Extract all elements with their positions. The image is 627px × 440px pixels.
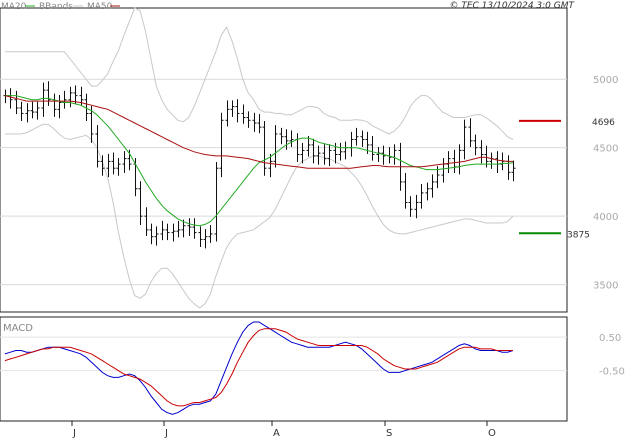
chart-canvas: 4696 3875 5000 4500 4000 3500 0.50 -0.50 J J A S… xyxy=(0,1,625,439)
macd-tick-label: 0.50 xyxy=(599,333,621,344)
y-tick-label: 4000 xyxy=(593,212,618,223)
x-tick-label: S xyxy=(386,428,392,439)
macd-axis: 0.50 -0.50 xyxy=(599,333,625,378)
legend-label-ma50: MA50 xyxy=(87,2,113,12)
macd-tick-label: -0.50 xyxy=(599,367,625,378)
macd-panel-frame xyxy=(0,316,568,422)
legend-label-ma20: MA20 xyxy=(1,2,27,12)
legend-label-bbands: BBands xyxy=(39,2,73,12)
level-label: 4696 xyxy=(592,118,615,128)
x-tick-label: J xyxy=(164,428,168,439)
level-label: 3875 xyxy=(567,230,590,240)
x-tick-label: O xyxy=(488,428,496,439)
date-axis: JJASO xyxy=(71,421,496,439)
price-axis: 5000 4500 4000 3500 xyxy=(593,75,618,291)
legend: MA20 BBands MA50 xyxy=(1,2,120,12)
x-tick-label: J xyxy=(72,428,76,439)
y-tick-label: 4500 xyxy=(593,144,618,155)
y-tick-label: 3500 xyxy=(593,281,618,292)
copyright-text: © TEC 13/10/2024 3:0 GMT xyxy=(449,1,575,11)
macd-title: MACD xyxy=(3,323,33,334)
x-tick-label: A xyxy=(273,428,280,439)
y-tick-label: 5000 xyxy=(593,75,618,86)
